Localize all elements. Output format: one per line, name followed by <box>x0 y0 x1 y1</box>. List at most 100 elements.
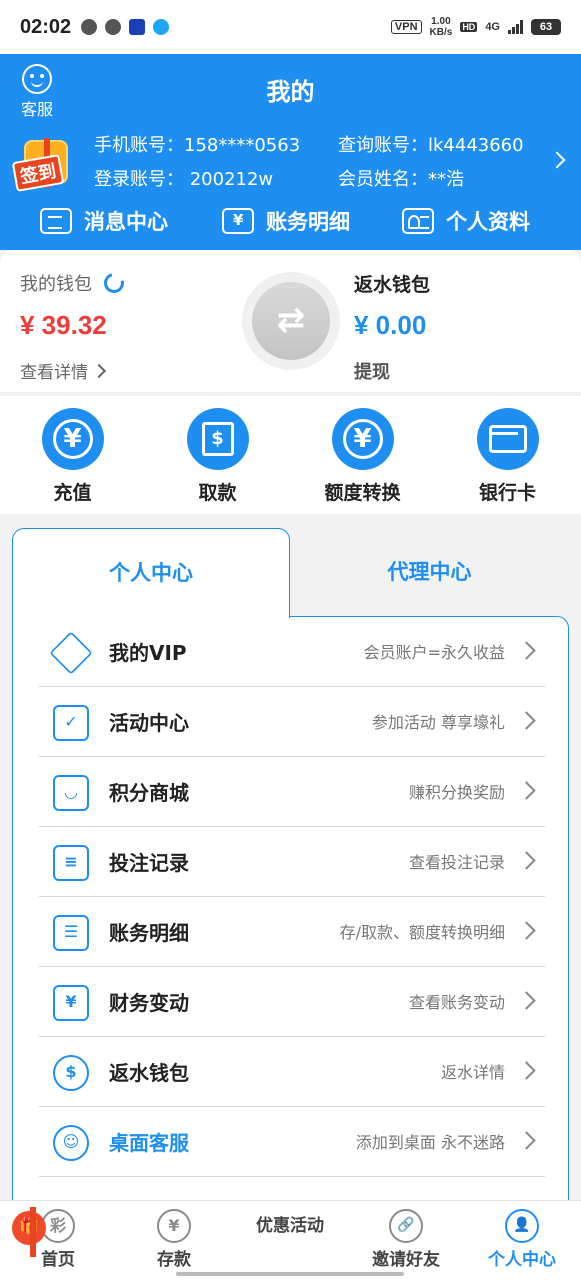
gift-icon: 🎁 <box>12 1207 46 1257</box>
headset-icon: ☺ <box>53 1125 89 1161</box>
chevron-right-icon <box>517 1131 536 1150</box>
tab-personal-center[interactable]: 个人中心 <box>12 528 290 618</box>
account-info-right: 查询账号：lk4443660 会员姓名：**浩 <box>338 134 524 202</box>
menu-row-account-details[interactable]: ☰ 账务明细 存/取款、额度转换明细 <box>39 897 545 967</box>
atm-withdraw-icon: $ <box>186 408 249 470</box>
menu-subtitle: 查看账务变动 <box>408 993 505 1012</box>
bank-card-icon <box>476 408 539 470</box>
chevron-right-icon <box>517 641 536 660</box>
menu-subtitle: 存/取款、额度转换明细 <box>339 923 505 942</box>
telegram-notification-icon <box>105 19 122 35</box>
view-details-link[interactable]: 查看详情 <box>20 358 104 383</box>
signin-button[interactable]: 签到 <box>11 130 82 194</box>
login-account: 登录账号： 200212w <box>94 169 274 190</box>
hd-indicator: HD <box>460 22 478 32</box>
chevron-right-icon <box>517 1061 536 1080</box>
quota-transfer-label: 额度转换 <box>324 482 401 504</box>
chevron-right-icon <box>517 711 536 730</box>
recharge-label: 充值 <box>53 482 92 504</box>
menu-title: 活动中心 <box>109 711 189 735</box>
personal-info-label: 个人资料 <box>446 210 530 234</box>
center-panel: 个人中心 代理中心 我的VIP 会员账户=永久收益 ✓ 活动中心 参加活动 尊享… <box>12 528 569 1216</box>
bottom-navigation: 彩 首页 ¥ 存款 🎁 优惠活动 🔗 邀请好友 👤 个人中心 <box>0 1200 581 1280</box>
menu-row-bet-records[interactable]: ≡ 投注记录 查看投注记录 <box>39 827 545 897</box>
menu-row-activity[interactable]: ✓ 活动中心 参加活动 尊享壕礼 <box>39 687 545 757</box>
nav-personal-center[interactable]: 👤 个人中心 <box>464 1201 580 1280</box>
account-info-left: 手机账号：158****0563 登录账号： 200212w <box>94 134 300 202</box>
user-profile-icon: 👤 <box>505 1209 539 1243</box>
phone-account: 手机账号：158****0563 <box>94 135 301 156</box>
account-details-link[interactable]: 账务明细 <box>222 206 350 236</box>
menu-subtitle: 会员账户=永久收益 <box>363 643 505 662</box>
chevron-right-icon <box>517 991 536 1010</box>
withdraw-link[interactable]: 提现 <box>354 358 390 384</box>
network-speed: 1.00 KB/s <box>429 16 453 38</box>
nav-invite[interactable]: 🔗 邀请好友 <box>348 1201 464 1280</box>
ledger-list-icon: ☰ <box>53 915 89 951</box>
menu-subtitle: 添加到桌面 永不迷路 <box>355 1133 505 1152</box>
message-center-label: 消息中心 <box>84 210 168 234</box>
menu-title: 返水钱包 <box>109 1061 189 1085</box>
menu-title: 桌面客服 <box>109 1131 189 1155</box>
withdraw-button[interactable]: $ 取款 <box>145 396 290 514</box>
rebate-wallet-icon: $ <box>53 1055 89 1091</box>
swap-arrows-icon: ⇄ <box>252 282 330 360</box>
menu-subtitle: 参加活动 尊享壕礼 <box>371 713 505 732</box>
bill-icon <box>222 208 254 234</box>
nav-deposit[interactable]: ¥ 存款 <box>116 1201 232 1280</box>
chevron-right-icon <box>517 921 536 940</box>
tab-agent-center[interactable]: 代理中心 <box>290 528 569 616</box>
member-name: 会员姓名：**浩 <box>338 169 464 190</box>
quota-transfer-button[interactable]: ¥ 额度转换 <box>290 396 435 514</box>
status-bar: 02:02 VPN 1.00 KB/s HD 4G 63 <box>0 0 581 54</box>
profile-header: 客服 我的 签到 手机账号：158****0563 登录账号： 200212w … <box>0 54 581 250</box>
menu-row-points-mall[interactable]: ◡ 积分商城 赚积分换奖励 <box>39 757 545 827</box>
my-wallet-amount: ¥ 39.32 <box>20 310 107 340</box>
personal-info-link[interactable]: 个人资料 <box>402 206 530 236</box>
message-icon <box>40 208 72 234</box>
vip-diamond-icon <box>49 631 93 675</box>
recharge-button[interactable]: ¥ 充值 <box>0 396 145 514</box>
chevron-right-icon <box>517 851 536 870</box>
shopping-bag-icon: ◡ <box>53 775 89 811</box>
my-wallet-label: 我的钱包 <box>20 274 92 295</box>
menu-subtitle: 返水详情 <box>440 1063 505 1082</box>
page-title: 我的 <box>266 78 315 106</box>
lottery-home-icon: 彩 <box>41 1209 75 1243</box>
rebate-wallet-amount: ¥ 0.00 <box>354 310 427 340</box>
finance-change-icon: ¥ <box>53 985 89 1021</box>
rebate-wallet-label: 返水钱包 <box>354 274 431 296</box>
yen-coin-icon: ¥ <box>157 1209 191 1243</box>
query-account: 查询账号：lk4443660 <box>338 135 524 156</box>
nav-promotions[interactable]: 🎁 优惠活动 <box>12 1201 348 1280</box>
chevron-right-icon <box>517 781 536 800</box>
nav-label: 存款 <box>157 1250 191 1270</box>
home-indicator[interactable] <box>176 1272 404 1276</box>
app-notification-icon <box>129 19 146 35</box>
signal-icon <box>508 20 523 34</box>
menu-title: 投注记录 <box>109 851 189 875</box>
quota-transfer-icon: ¥ <box>331 408 394 470</box>
message-center-link[interactable]: 消息中心 <box>40 206 168 236</box>
nav-label: 首页 <box>41 1250 75 1270</box>
menu-title: 积分商城 <box>109 781 189 805</box>
menu-row-rebate-wallet[interactable]: $ 返水钱包 返水详情 <box>39 1037 545 1107</box>
recharge-yen-icon: ¥ <box>41 408 104 470</box>
account-details-label: 账务明细 <box>266 210 350 234</box>
refresh-icon[interactable] <box>100 269 128 297</box>
chat-notification-icon <box>81 19 98 35</box>
menu-row-desktop-service[interactable]: ☺ 桌面客服 添加到桌面 永不迷路 <box>39 1107 545 1177</box>
status-time: 02:02 <box>20 15 72 38</box>
clipboard-check-icon: ✓ <box>53 705 89 741</box>
nav-label: 优惠活动 <box>256 1216 324 1236</box>
menu-subtitle: 赚积分换奖励 <box>408 783 505 802</box>
chevron-right-icon[interactable] <box>548 151 566 169</box>
signin-badge: 签到 <box>11 154 65 192</box>
wallet-swap-button[interactable]: ⇄ <box>242 272 340 370</box>
bank-card-button[interactable]: 银行卡 <box>435 396 580 514</box>
bet-record-icon: ≡ <box>53 845 89 881</box>
menu-row-finance-changes[interactable]: ¥ 财务变动 查看账务变动 <box>39 967 545 1037</box>
menu-row-vip[interactable]: 我的VIP 会员账户=永久收益 <box>39 617 545 687</box>
vpn-indicator: VPN <box>390 20 422 34</box>
wallet-card: 我的钱包 ¥ 39.32 查看详情 ⇄ 返水钱包 ¥ 0.00 提现 <box>0 250 581 392</box>
